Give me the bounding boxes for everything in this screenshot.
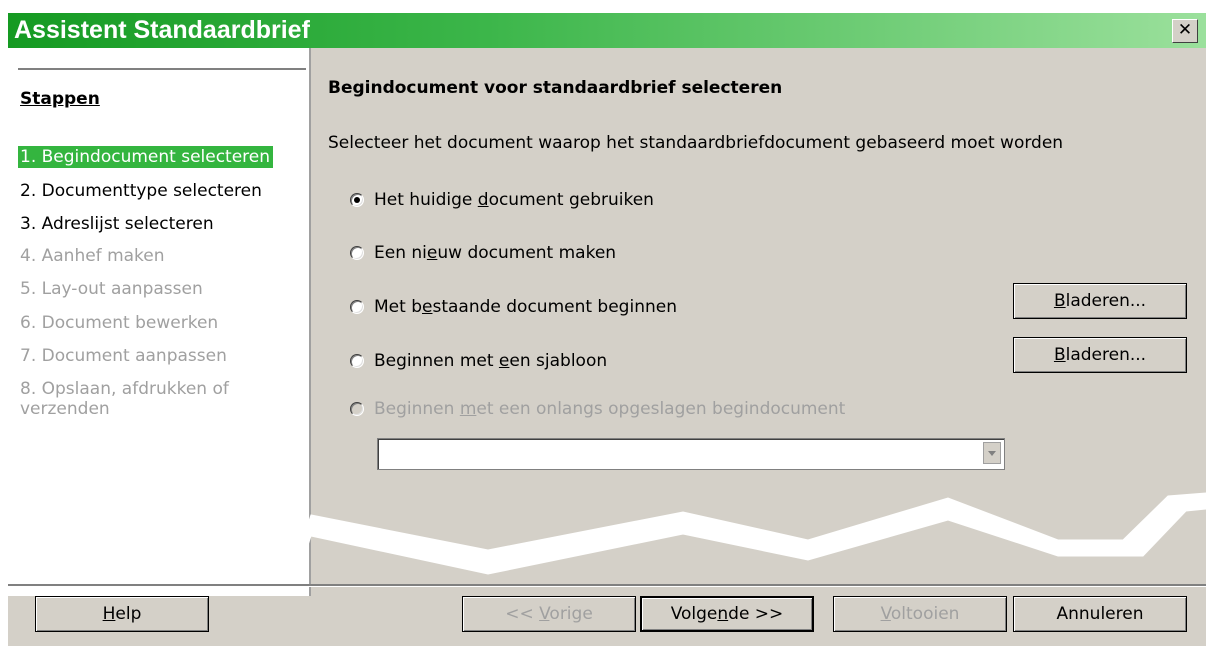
- close-icon: ✕: [1177, 20, 1193, 40]
- finish-button: Voltooien: [833, 596, 1007, 632]
- option-label: Het huidige document gebruiken: [374, 190, 654, 210]
- option-label: Beginnen met een sjabloon: [374, 351, 608, 371]
- option-label: Met bestaande document beginnen: [374, 297, 677, 317]
- mail-merge-wizard-dialog: Assistent Standaardbrief ✕ Stappen 1. Be…: [8, 13, 1206, 646]
- help-button[interactable]: Help: [35, 596, 209, 632]
- step-item-5: 5. Lay-out aanpassen: [20, 279, 203, 299]
- page-description: Selecteer het document waarop het standa…: [328, 133, 1064, 153]
- page-heading: Begindocument voor standaardbrief select…: [328, 78, 783, 98]
- steps-header: Stappen: [20, 89, 100, 109]
- window-title: Assistent Standaardbrief: [14, 16, 310, 44]
- title-bar[interactable]: Assistent Standaardbrief ✕: [8, 13, 1206, 48]
- previous-button: << Vorige: [462, 596, 636, 632]
- option-label: Een nieuw document maken: [374, 243, 617, 263]
- option-template[interactable]: Beginnen met een sjabloon: [350, 351, 607, 371]
- radio-button-disabled: [350, 402, 364, 416]
- cancel-button[interactable]: Annuleren: [1013, 596, 1187, 632]
- radio-button-checked[interactable]: [350, 193, 364, 207]
- step-item-2[interactable]: 2. Documenttype selecteren: [20, 181, 262, 201]
- option-current-document[interactable]: Het huidige document gebruiken: [350, 190, 654, 210]
- steps-divider: [18, 68, 306, 70]
- radio-button[interactable]: [350, 300, 364, 314]
- step-item-3[interactable]: 3. Adreslijst selecteren: [20, 214, 214, 234]
- step-item-4: 4. Aanhef maken: [20, 246, 165, 266]
- step-item-6: 6. Document bewerken: [20, 313, 219, 333]
- option-recent-document: Beginnen met een onlangs opgeslagen begi…: [350, 399, 845, 419]
- step-item-7: 7. Document aanpassen: [20, 346, 227, 366]
- option-label: Beginnen met een onlangs opgeslagen begi…: [374, 399, 846, 419]
- option-new-document[interactable]: Een nieuw document maken: [350, 243, 616, 263]
- step-item-8: 8. Opslaan, afdrukken of verzenden: [20, 379, 229, 419]
- browse-template-button[interactable]: Bladeren...: [1013, 337, 1187, 373]
- browse-existing-button[interactable]: Bladeren...: [1013, 283, 1187, 319]
- option-existing-document[interactable]: Met bestaande document beginnen: [350, 297, 677, 317]
- torn-edge-decoration: [8, 492, 1206, 575]
- step-item-1[interactable]: 1. Begindocument selecteren: [18, 146, 274, 168]
- footer-divider: [8, 584, 1206, 587]
- radio-button[interactable]: [350, 246, 364, 260]
- next-button[interactable]: Volgende >>: [640, 596, 814, 632]
- radio-button[interactable]: [350, 354, 364, 368]
- close-button[interactable]: ✕: [1172, 19, 1198, 43]
- recent-documents-dropdown: [377, 438, 1005, 470]
- chevron-down-icon: [983, 442, 1001, 464]
